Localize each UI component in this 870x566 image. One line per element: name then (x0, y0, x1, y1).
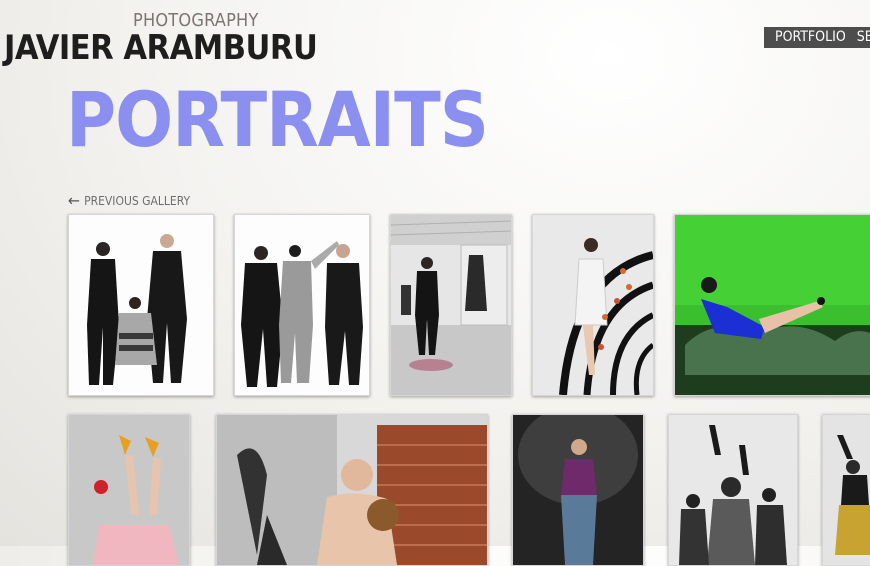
logo-name[interactable]: JAVIER ARAMBURU (4, 28, 318, 68)
thumbnail-image (675, 215, 870, 395)
gallery-thumbnail[interactable] (68, 414, 190, 566)
gallery-thumbnail[interactable] (532, 214, 654, 396)
gallery-thumbnail[interactable] (234, 214, 370, 396)
thumbnail-image (513, 415, 643, 565)
nav-item-services[interactable]: SERVICES (846, 27, 870, 48)
thumbnail-image (669, 415, 797, 565)
arrow-left-icon: ← (68, 191, 81, 210)
page-title: PORTRAITS (66, 75, 489, 164)
thumbnail-image (533, 215, 653, 395)
thumbnail-image (823, 415, 870, 565)
previous-gallery-link[interactable]: ← PREVIOUS GALLERY (68, 191, 190, 210)
gallery-thumbnail[interactable] (512, 414, 644, 566)
nav-item-portfolio[interactable]: PORTFOLIO (764, 27, 846, 48)
thumbnail-image (69, 415, 189, 565)
previous-gallery-label: PREVIOUS GALLERY (84, 194, 191, 208)
thumbnail-image (391, 215, 511, 395)
gallery-thumbnail[interactable] (216, 414, 488, 566)
thumbnail-image (217, 415, 487, 565)
gallery-thumbnail[interactable] (390, 214, 512, 396)
gallery-thumbnail[interactable] (668, 414, 798, 566)
gallery-thumbnail[interactable] (68, 214, 214, 396)
gallery-thumbnail[interactable] (674, 214, 870, 396)
main-nav: PORTFOLIOSERVICES (764, 27, 870, 48)
thumbnail-image (69, 215, 213, 395)
gallery-thumbnail[interactable] (822, 414, 870, 566)
thumbnail-image (235, 215, 369, 395)
